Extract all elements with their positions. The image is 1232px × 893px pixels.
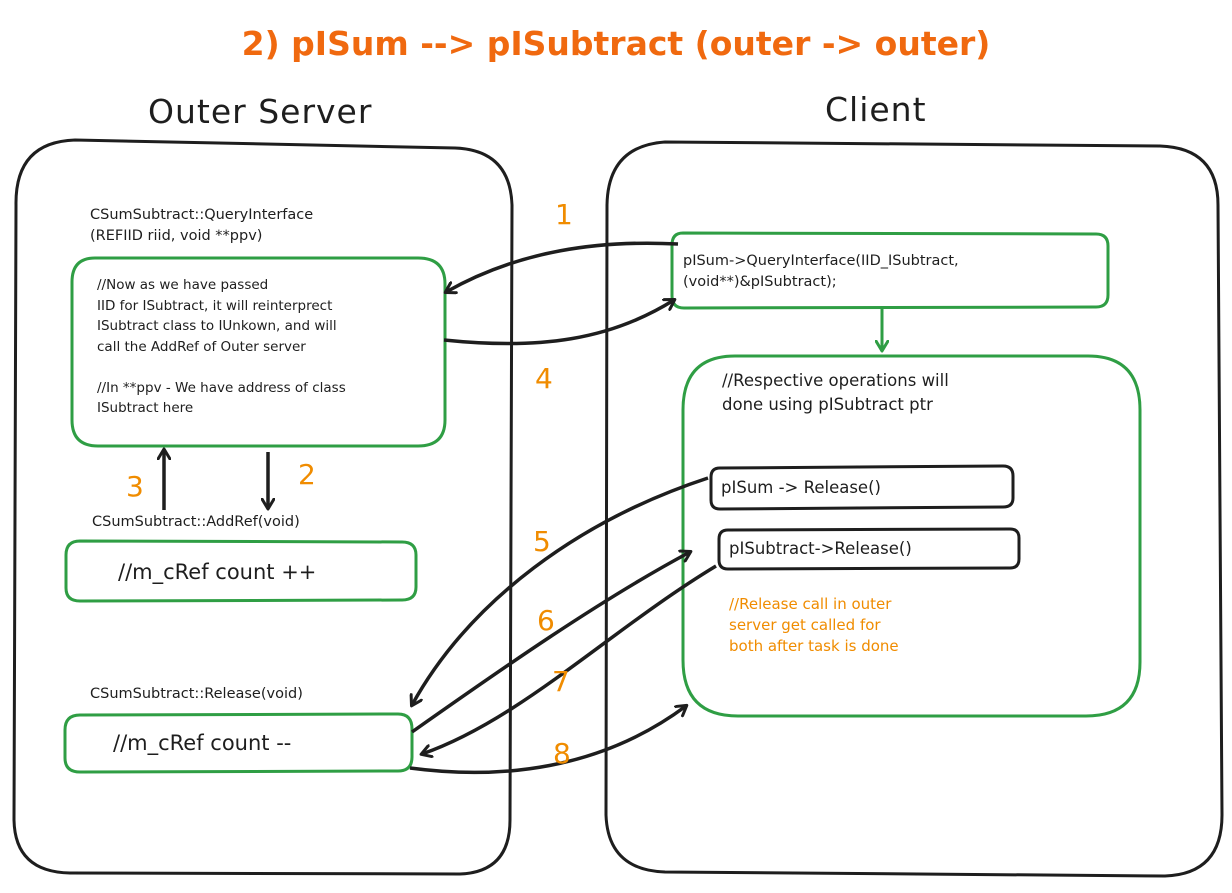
client-heading: Client (825, 90, 927, 129)
diagram-title: 2) pISum --> pISubtract (outer -> outer) (241, 24, 991, 63)
step-2-label: 2 (298, 458, 316, 491)
release-signature: CSumSubtract::Release(void) (90, 686, 303, 702)
release-subtract-label: pISubtract->Release() (729, 539, 912, 558)
outer-server-container (12, 138, 514, 876)
arrow-7 (422, 564, 717, 754)
step-1-label: 1 (555, 198, 573, 231)
step-3-label: 3 (126, 470, 144, 503)
diagram-canvas (12, 138, 1224, 878)
release-note: //Release call in outer server get calle… (729, 595, 899, 655)
addref-signature: CSumSubtract::AddRef(void) (92, 514, 300, 530)
step-7-label: 7 (552, 665, 570, 698)
arrow-1 (446, 241, 679, 292)
client-qi-call: pISum->QueryInterface(IID_ISubtract, (vo… (683, 253, 959, 290)
operations-note: //Respective operations will done using … (722, 371, 949, 414)
step-8-label: 8 (553, 737, 571, 770)
arrow-4 (443, 300, 674, 346)
arrow-8 (409, 706, 686, 775)
outer-qi-body: //Now as we have passed IID for ISubtrac… (97, 277, 346, 416)
step-4-label: 4 (535, 362, 553, 395)
step-6-label: 6 (537, 604, 555, 637)
release-sum-label: pISum -> Release() (721, 478, 881, 497)
addref-body: //m_cRef count ++ (118, 560, 317, 584)
release-body: //m_cRef count -- (113, 731, 292, 755)
outer-server-heading: Outer Server (148, 92, 373, 131)
step-5-label: 5 (533, 525, 551, 558)
outer-qi-signature: CSumSubtract::QueryInterface (REFIID rii… (90, 207, 314, 244)
